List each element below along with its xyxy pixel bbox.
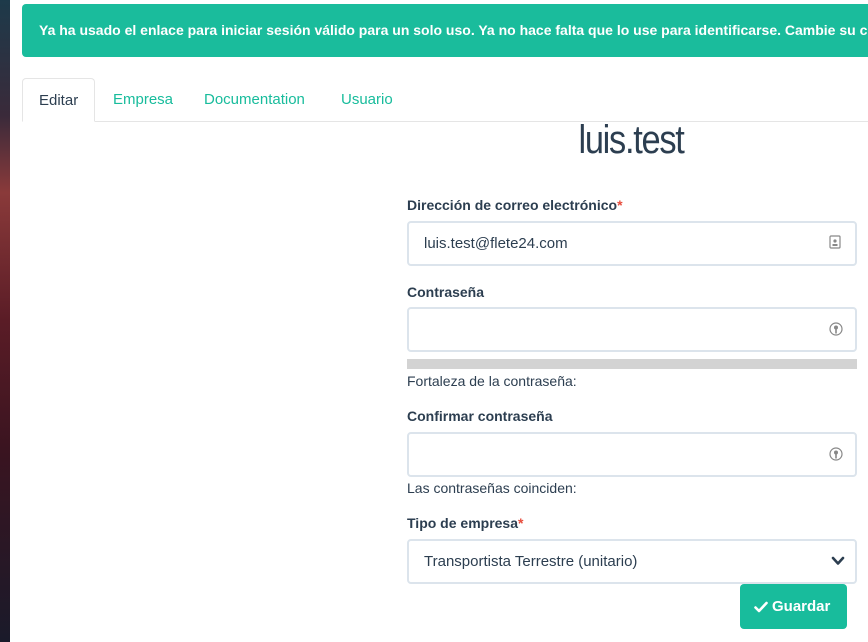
company-type-label-text: Tipo de empresa: [407, 515, 519, 531]
confirm-password-label: Confirmar contraseña: [407, 408, 553, 424]
tab-bar: Editar Empresa Documentation Usuario: [22, 78, 868, 122]
email-label: Dirección de correo electrónico*: [407, 197, 623, 213]
checkmark-icon: [754, 601, 768, 613]
email-label-text: Dirección de correo electrónico: [407, 197, 618, 213]
password-key-icon[interactable]: [829, 321, 843, 337]
company-type-selected: Transportista Terrestre (unitario): [424, 553, 638, 570]
chevron-down-icon[interactable]: [831, 554, 845, 570]
password-key-icon[interactable]: [829, 446, 843, 462]
tab-editar[interactable]: Editar: [22, 78, 96, 122]
required-mark: *: [518, 515, 524, 531]
page-title: luis.test: [578, 118, 684, 162]
password-match-label: Las contraseñas coinciden:: [407, 480, 577, 496]
password-strength-label: Fortaleza de la contraseña:: [407, 373, 577, 389]
tab-documentation[interactable]: Documentation: [204, 78, 305, 121]
save-button[interactable]: Guardar: [740, 584, 847, 629]
contact-card-icon[interactable]: [829, 235, 843, 251]
desktop-background: [0, 0, 10, 642]
password-field[interactable]: [407, 307, 857, 352]
email-field[interactable]: luis.test@flete24.com: [407, 221, 857, 266]
company-type-label: Tipo de empresa*: [407, 515, 523, 531]
password-label: Contraseña: [407, 284, 485, 300]
email-value: luis.test@flete24.com: [424, 235, 568, 252]
alert-text: Ya ha usado el enlace para iniciar sesió…: [39, 22, 868, 38]
company-type-select[interactable]: Transportista Terrestre (unitario): [407, 539, 857, 584]
confirm-password-field[interactable]: [407, 432, 857, 477]
tab-empresa[interactable]: Empresa: [113, 78, 173, 121]
password-strength-bar: [407, 359, 857, 369]
alert-message: Ya ha usado el enlace para iniciar sesió…: [22, 4, 868, 57]
save-button-label: Guardar: [772, 598, 831, 615]
required-mark: *: [617, 197, 623, 213]
tab-usuario[interactable]: Usuario: [341, 78, 393, 121]
